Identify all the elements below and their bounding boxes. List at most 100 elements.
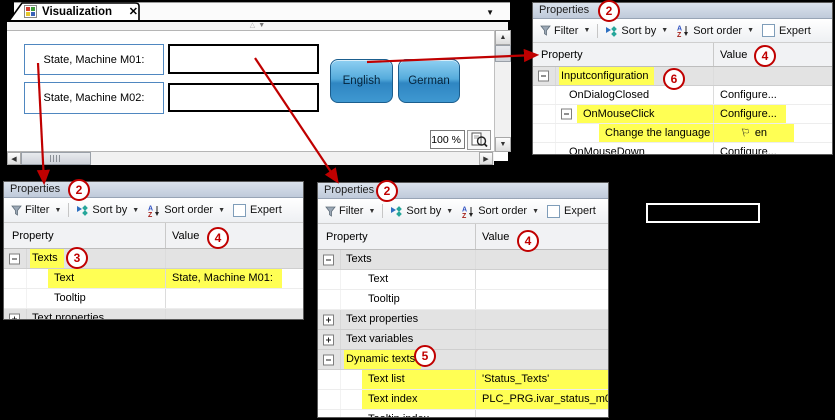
property-row-text-variables[interactable]: Text variables [318,330,608,350]
filter-button[interactable]: Filter ▼ [9,203,63,217]
value-cell[interactable]: ⚐ en [714,124,832,142]
tab-close-icon[interactable]: ✕ [129,5,138,18]
horizontal-scrollbar[interactable]: ◀ ▶ [7,151,494,165]
property-row-ondialogclosed[interactable]: OnDialogClosed Configure... [533,86,832,105]
window-menu-icon[interactable]: ▼ [486,8,494,17]
collapse-icon[interactable] [561,108,572,120]
filter-button[interactable]: Filter ▼ [538,24,592,38]
vertical-scroll-thumb[interactable] [495,45,511,62]
sort-order-button[interactable]: A Z Sort order ▼ [459,204,541,219]
property-row-tooltip-index[interactable]: Tooltip index [318,410,608,417]
value-cell[interactable] [476,250,608,269]
sort-by-button[interactable]: Sort by ▼ [74,203,141,217]
editor-splitter[interactable]: △ ▼ [7,22,508,31]
sort-by-button[interactable]: Sort by ▼ [603,24,670,38]
expert-checkbox[interactable] [762,24,776,37]
value-column-header[interactable]: Value [172,230,199,242]
value-cell[interactable] [476,310,608,329]
property-row-dynamic-texts[interactable]: Dynamic texts [318,350,608,370]
expert-checkbox[interactable] [233,203,247,217]
grid-header[interactable]: Property Value [4,223,303,249]
panel-title: Properties [533,3,832,19]
tab-visualization[interactable]: Visualization ✕ [8,2,142,22]
annotation-badge-4: 4 [754,45,776,67]
property-column-header[interactable]: Property [12,230,54,242]
property-row-text-properties[interactable]: Text properties [318,310,608,330]
property-label: Text [52,269,81,288]
status-textbox-m01[interactable] [168,44,319,74]
property-row-texts[interactable]: Texts [4,249,303,269]
value-column-header[interactable]: Value [720,49,747,61]
value-cell[interactable] [476,330,608,349]
collapse-icon[interactable] [323,354,334,365]
property-row-texts[interactable]: Texts [318,250,608,270]
value-cell[interactable]: Configure... [714,105,832,123]
filter-funnel-icon [325,206,336,217]
value-column-header[interactable]: Value [482,231,509,243]
grid-header[interactable]: Property Value [533,43,832,67]
value-cell[interactable] [166,249,303,268]
dropdown-caret-icon: ▼ [368,207,376,215]
english-button[interactable]: English [330,59,393,103]
value-cell[interactable] [476,350,608,369]
grid-header[interactable]: Property Value [318,224,608,250]
property-row-tooltip[interactable]: Tooltip [4,289,303,309]
expert-checkbox[interactable] [547,204,561,218]
label-state-machine-m02[interactable]: State, Machine M02: [24,82,164,114]
property-row-tooltip[interactable]: Tooltip [318,290,608,310]
value-cell[interactable]: Configure... [714,86,832,104]
german-button[interactable]: German [398,59,460,103]
property-grid-rows: Texts Text State, Machine M01: Tooltip Text … [4,249,303,319]
value-cell[interactable] [476,290,608,309]
collapse-icon[interactable] [538,70,549,82]
property-row-text-index[interactable]: Text index PLC_PRG.ivar_status_m01 [318,390,608,410]
scroll-left-button[interactable]: ◀ [7,152,21,165]
property-label: Text [368,273,389,285]
sort-order-az-icon: A Z [677,26,689,37]
filter-button[interactable]: Filter ▼ [323,204,377,218]
property-label: Change the language . [605,127,717,139]
sort-order-button[interactable]: A Z Sort order ▼ [674,23,756,38]
zoom-tool-icon[interactable] [467,130,491,150]
value-cell[interactable]: 'Status_Texts' [476,370,608,389]
property-row-text-list[interactable]: Text list 'Status_Texts' [318,370,608,390]
property-row-text-properties[interactable]: Text properties [4,309,303,319]
svg-text:Z: Z [677,32,682,37]
column-divider[interactable] [165,223,166,248]
column-divider[interactable] [475,224,476,249]
value-cell[interactable] [166,309,303,319]
value-cell[interactable]: Configure... [714,143,832,154]
column-divider[interactable] [713,43,714,66]
property-column-header[interactable]: Property [326,231,368,243]
expert-checkbox-label: Expert [250,204,282,216]
zoom-level-box[interactable]: 100 % [430,130,465,149]
property-row-onmousedown[interactable]: OnMouseDown Configure... [533,143,832,154]
scroll-down-button[interactable]: ▼ [495,137,511,152]
collapse-icon[interactable] [9,253,20,264]
sort-order-button[interactable]: A Z Sort order ▼ [145,203,227,218]
scroll-left-icon: ◀ [11,155,17,163]
expand-icon[interactable] [9,313,20,319]
label-state-machine-m01[interactable]: State, Machine M01: [24,44,164,75]
value-cell[interactable] [714,67,832,85]
expand-icon[interactable] [323,314,334,325]
collapse-icon[interactable] [323,254,334,265]
property-row-onmouseclick[interactable]: OnMouseClick Configure... [533,105,832,124]
value-cell[interactable] [476,270,608,289]
vertical-scrollbar[interactable]: ▲ ▼ [494,30,511,152]
empty-annotation-box [646,203,760,223]
sort-by-button[interactable]: Sort by ▼ [388,204,455,218]
value-cell[interactable]: State, Machine M01: [166,269,303,288]
property-row-text[interactable]: Text [318,270,608,290]
scroll-right-button[interactable]: ▶ [479,152,493,165]
value-cell[interactable]: PLC_PRG.ivar_status_m01 [476,390,608,409]
property-row-text[interactable]: Text State, Machine M01: [4,269,303,289]
value-cell[interactable] [166,289,303,308]
horizontal-scroll-thumb[interactable] [21,152,91,165]
expand-icon[interactable] [323,334,334,345]
scroll-up-button[interactable]: ▲ [495,30,511,45]
value-cell[interactable] [476,410,608,417]
property-row-change-the-language[interactable]: Change the language . ⚐ en [533,124,832,143]
status-textbox-m02[interactable] [168,83,319,112]
property-column-header[interactable]: Property [541,49,583,61]
